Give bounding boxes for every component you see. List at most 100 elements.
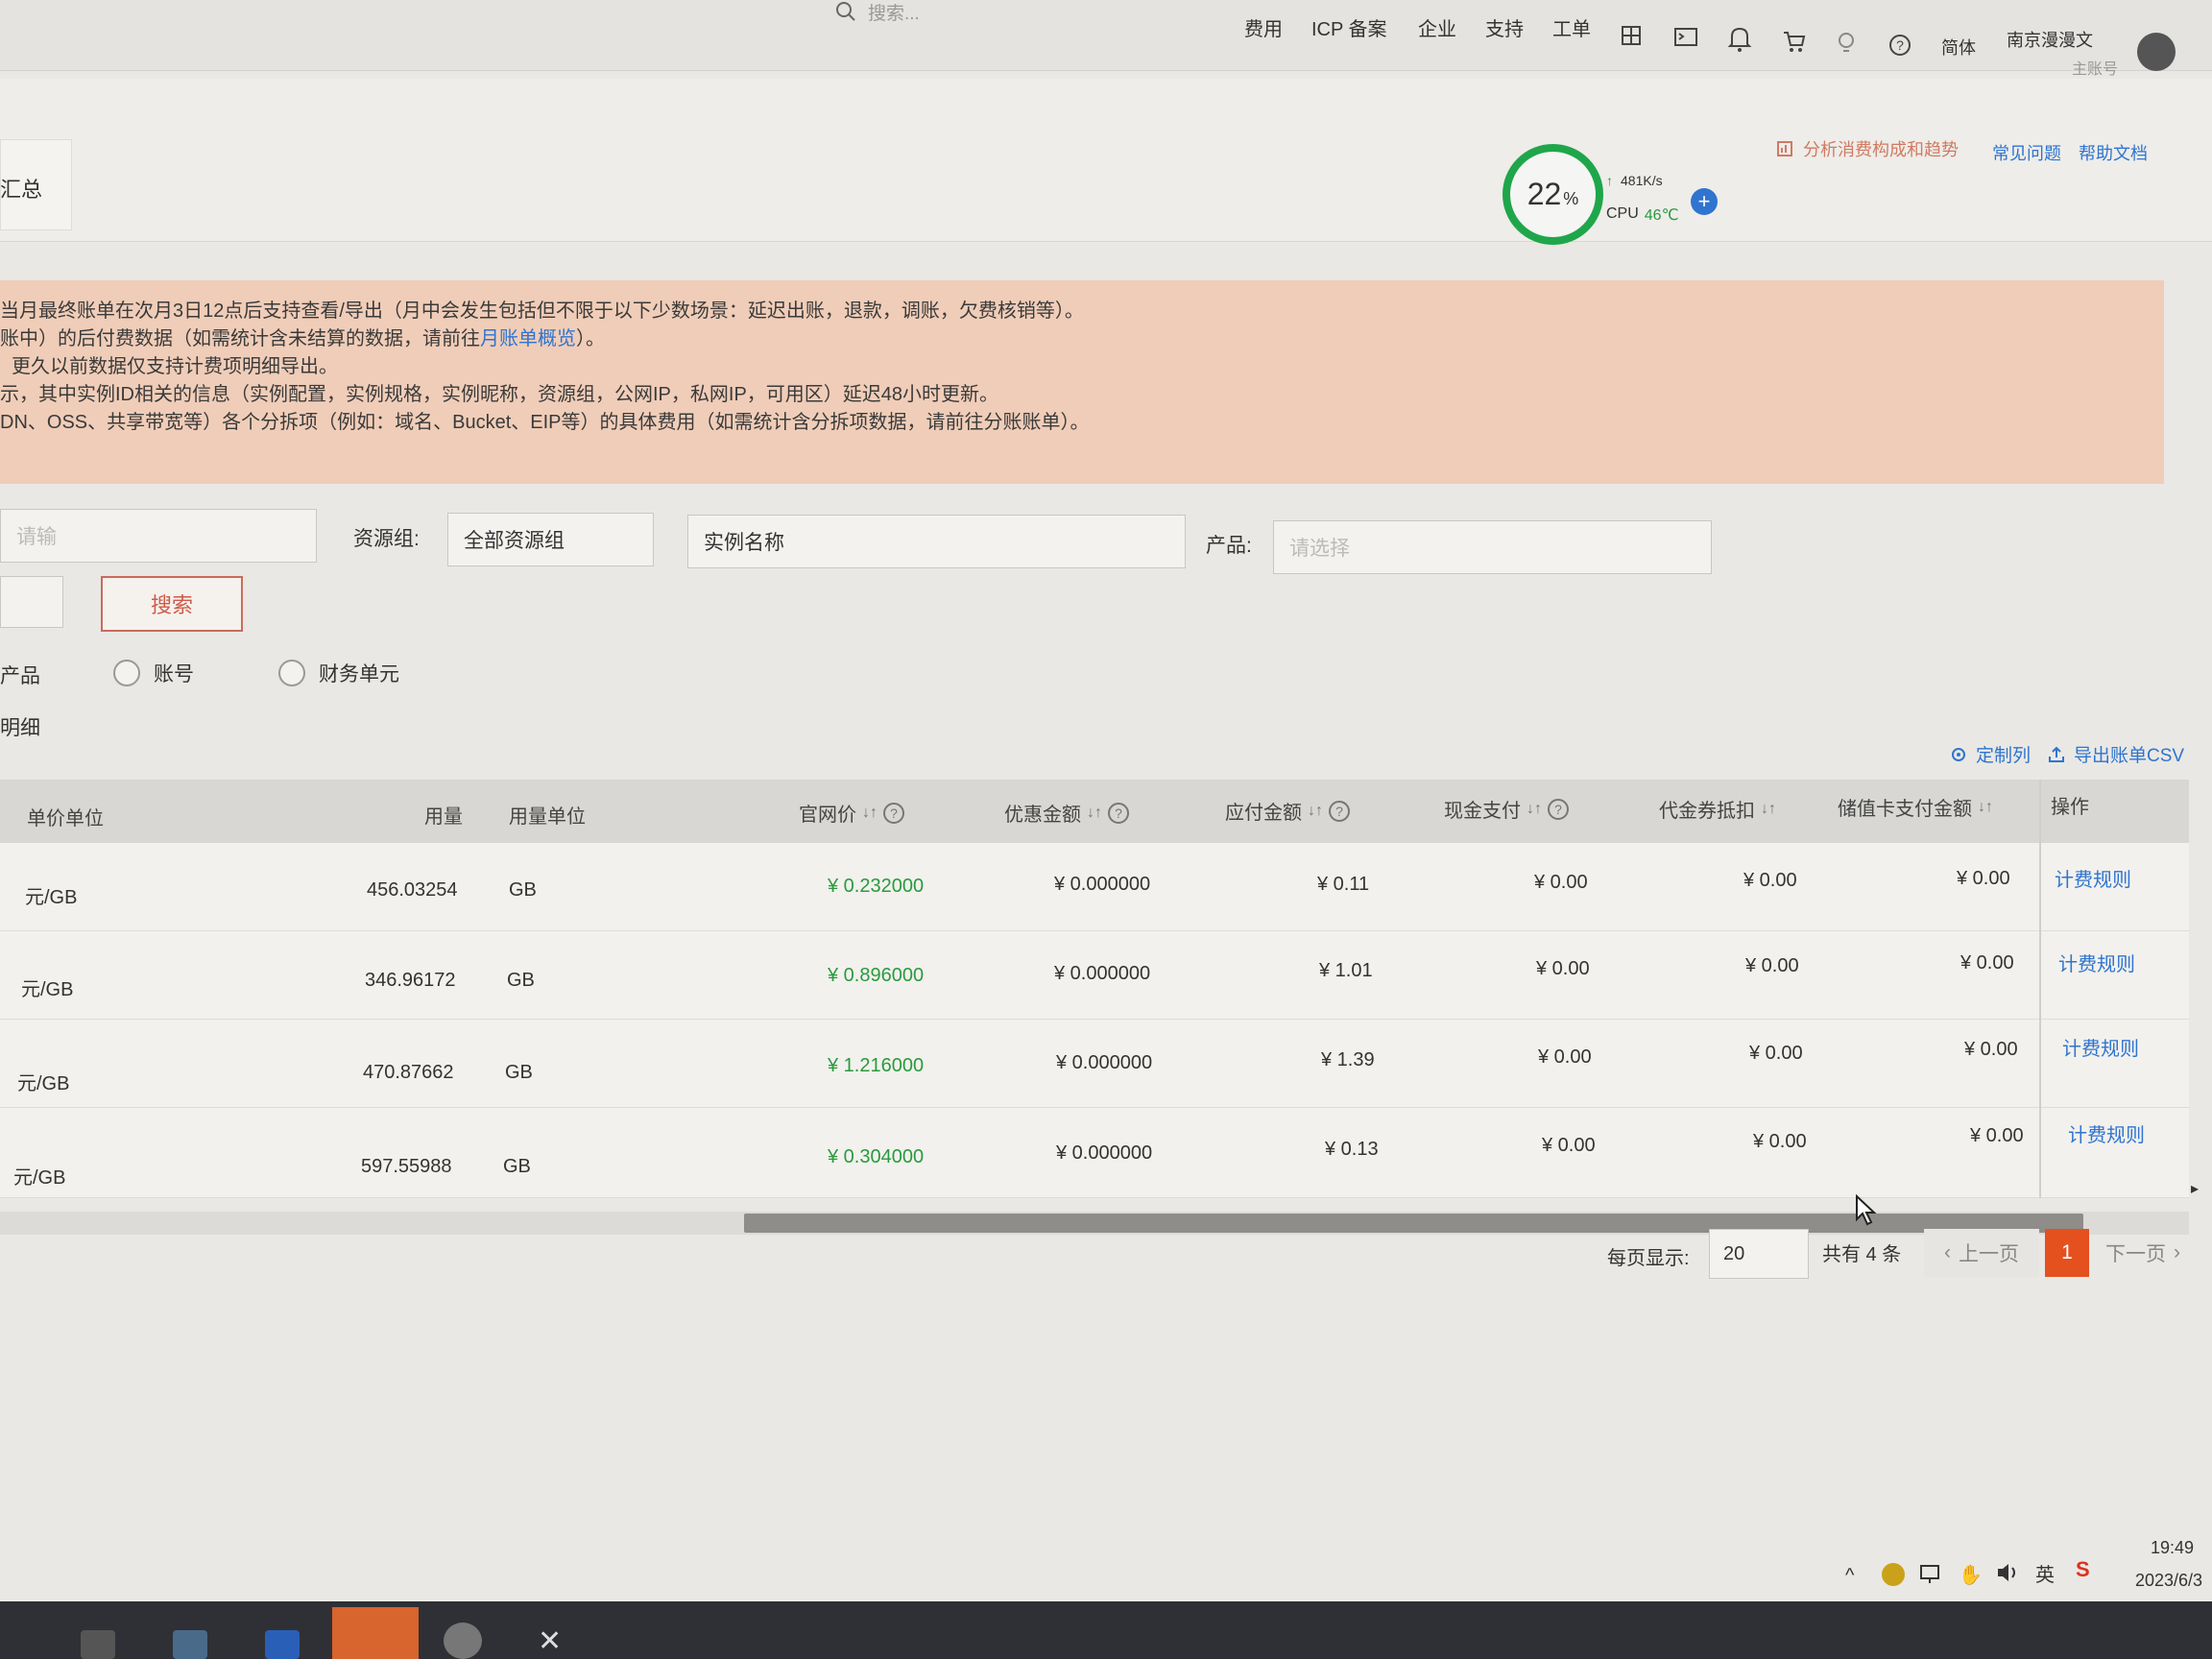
- month-bill-overview-link[interactable]: 月账单概览: [480, 328, 576, 349]
- billing-period-select[interactable]: 请输: [0, 509, 317, 563]
- notice-line-2: 账中）的后付费数据（如需统计含未结算的数据，请前往月账单概览）。: [0, 325, 2164, 353]
- sort-icon[interactable]: ↓↑: [1527, 801, 1542, 818]
- language-switch[interactable]: 简体: [1941, 35, 1976, 60]
- customize-columns-button[interactable]: 定制列: [1949, 741, 2031, 767]
- nav-link-fee[interactable]: 费用: [1244, 13, 1283, 41]
- billing-rule-link[interactable]: 计费规则: [2058, 949, 2135, 976]
- col-unit-price-unit: 单价单位: [27, 803, 104, 830]
- per-page-select[interactable]: 20: [1709, 1229, 1809, 1279]
- avatar[interactable]: [2137, 33, 2176, 71]
- notice-banner: 当月最终账单在次月3日12点后支持查看/导出（月中会发生包括但不限于以下少数场景…: [0, 280, 2164, 484]
- analyze-link[interactable]: 分析消费构成和趋势: [1776, 136, 1959, 161]
- billing-rule-link[interactable]: 计费规则: [2055, 864, 2131, 892]
- scroll-right-arrow-icon[interactable]: ▸: [2191, 1179, 2199, 1198]
- cell-voucher: ¥ 0.00: [1743, 870, 1797, 891]
- cell-voucher: ¥ 0.00: [1753, 1131, 1807, 1152]
- nav-link-icp[interactable]: ICP 备案: [1311, 13, 1387, 41]
- cell-voucher: ¥ 0.00: [1745, 955, 1799, 976]
- system-monitor-widget[interactable]: 22% ↑ 481K/s CPU 46℃ +: [1503, 144, 1719, 250]
- tray-expand-icon[interactable]: ^: [1845, 1565, 1854, 1587]
- help-icon[interactable]: ?: [1329, 800, 1350, 822]
- notice-line-2-suffix: ）。: [576, 328, 605, 349]
- nav-link-enterprise[interactable]: 企业: [1418, 13, 1456, 41]
- radio-finance-unit[interactable]: 财务单元: [278, 659, 399, 687]
- col-voucher[interactable]: 代金券抵扣 ↓↑: [1659, 795, 1776, 823]
- col-discount[interactable]: 优惠金额 ↓↑?: [1004, 799, 1129, 827]
- taskbar-app-browser-icon[interactable]: [265, 1630, 300, 1659]
- billing-rule-link[interactable]: 计费规则: [2068, 1119, 2145, 1147]
- taskbar-app-qq-icon[interactable]: [444, 1623, 482, 1659]
- help-icon[interactable]: ?: [1548, 798, 1569, 820]
- global-search[interactable]: 搜索...: [835, 0, 920, 24]
- col-voucher-label: 代金券抵扣: [1659, 801, 1755, 822]
- col-cash[interactable]: 现金支付 ↓↑?: [1444, 795, 1569, 823]
- col-stored-card[interactable]: 储值卡支付金额 ↓↑: [1838, 793, 1993, 821]
- resource-group-select[interactable]: 全部资源组: [447, 513, 654, 566]
- instance-name-input[interactable]: 实例名称: [687, 515, 1186, 568]
- col-list-price[interactable]: 官网价 ↓↑?: [799, 799, 904, 827]
- cart-icon[interactable]: [1782, 29, 1807, 54]
- taskbar-app-active[interactable]: [332, 1607, 419, 1659]
- clock-date[interactable]: 2023/6/3: [2135, 1571, 2202, 1591]
- ime-language[interactable]: 英: [2035, 1559, 2055, 1587]
- cell-stored: ¥ 0.00: [1964, 1039, 2018, 1060]
- page-1-button[interactable]: 1: [2045, 1229, 2089, 1277]
- network-icon[interactable]: [1619, 23, 1644, 48]
- user-name[interactable]: 南京漫漫文: [2007, 27, 2093, 52]
- sort-icon[interactable]: ↓↑: [862, 805, 878, 822]
- usage-percent: 22: [1527, 177, 1562, 211]
- cell-stored: ¥ 0.00: [1960, 952, 2014, 974]
- sogou-icon[interactable]: S: [2076, 1557, 2090, 1582]
- help-icon[interactable]: ?: [1887, 33, 1912, 58]
- billing-rule-link[interactable]: 计费规则: [2062, 1033, 2139, 1061]
- lightbulb-icon[interactable]: [1836, 31, 1861, 56]
- taskbar-app-folder-icon[interactable]: [173, 1630, 207, 1659]
- help-icon[interactable]: ?: [1108, 802, 1129, 824]
- prev-page-button[interactable]: ‹ 上一页: [1924, 1229, 2039, 1277]
- sort-icon[interactable]: ↓↑: [1978, 799, 1993, 816]
- product-placeholder: 请选择: [1289, 538, 1350, 560]
- radio-circle: [113, 660, 140, 686]
- radio-account[interactable]: 账号: [113, 659, 194, 687]
- resource-group-value: 全部资源组: [464, 530, 565, 552]
- summary-tab-label: 汇总: [0, 178, 43, 202]
- product-select[interactable]: 请选择: [1273, 520, 1712, 574]
- export-csv-button[interactable]: 导出账单CSV: [2047, 741, 2184, 767]
- taskbar-app-x-icon[interactable]: ✕: [538, 1624, 562, 1658]
- network-tray-icon[interactable]: [1918, 1563, 1943, 1586]
- bell-icon[interactable]: [1727, 25, 1752, 52]
- sort-icon[interactable]: ↓↑: [1761, 801, 1776, 818]
- cell-list-price: ¥ 0.232000: [828, 876, 925, 897]
- chevron-left-icon: ‹: [1944, 1241, 1951, 1263]
- secondary-select[interactable]: [0, 576, 63, 628]
- per-page-value: 20: [1723, 1242, 1745, 1264]
- cell-voucher: ¥ 0.00: [1749, 1043, 1803, 1064]
- faq-link[interactable]: 常见问题: [1992, 140, 2061, 165]
- cell-unit: 元/GB: [21, 979, 74, 1000]
- taskbar-app-settings-icon[interactable]: [81, 1630, 115, 1659]
- cell-usage: 470.87662: [363, 1062, 454, 1083]
- accelerate-icon[interactable]: +: [1691, 188, 1718, 215]
- clock-time[interactable]: 19:49: [2151, 1538, 2194, 1558]
- chevron-right-icon: ›: [2174, 1241, 2180, 1263]
- tray-app-icon[interactable]: [1882, 1563, 1905, 1586]
- group-by-product[interactable]: 产品: [0, 661, 40, 689]
- search-button[interactable]: 搜索: [101, 576, 243, 632]
- col-payable[interactable]: 应付金额 ↓↑?: [1225, 797, 1350, 825]
- terminal-icon[interactable]: [1673, 25, 1698, 50]
- cell-cash: ¥ 0.00: [1534, 872, 1588, 893]
- sort-icon[interactable]: ↓↑: [1308, 803, 1323, 820]
- analyze-link-label: 分析消费构成和趋势: [1803, 140, 1959, 159]
- help-doc-link[interactable]: 帮助文档: [2079, 140, 2148, 165]
- sort-icon[interactable]: ↓↑: [1087, 805, 1102, 822]
- scrollbar-thumb[interactable]: [744, 1214, 2083, 1233]
- volume-icon[interactable]: [1995, 1561, 2022, 1584]
- help-icon[interactable]: ?: [883, 802, 904, 824]
- input-method-icon[interactable]: ✋: [1959, 1563, 1983, 1587]
- cell-usage-unit: GB: [505, 1062, 533, 1083]
- next-page-button[interactable]: 下一页 ›: [2097, 1229, 2189, 1277]
- nav-link-ticket[interactable]: 工单: [1552, 13, 1591, 41]
- nav-link-support[interactable]: 支持: [1485, 13, 1524, 41]
- search-icon: [835, 1, 856, 22]
- next-page-label: 下一页: [2105, 1243, 2166, 1265]
